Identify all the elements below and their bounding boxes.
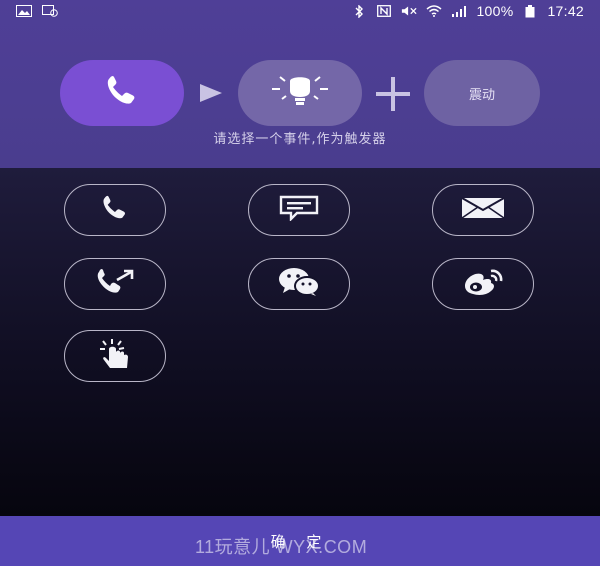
signal-icon xyxy=(451,5,467,17)
plus-icon xyxy=(376,77,410,111)
weibo-icon xyxy=(461,267,505,301)
event-outgoing-call[interactable] xyxy=(64,258,166,310)
nfc-icon xyxy=(376,5,392,17)
trigger-hint: 请选择一个事件,作为触发器 xyxy=(213,132,387,147)
battery-icon xyxy=(522,4,538,17)
confirm-label: 确 定 xyxy=(270,532,330,551)
vibrate-button[interactable]: 震动 xyxy=(424,60,540,126)
sms-icon xyxy=(279,195,319,225)
vibrate-label: 震动 xyxy=(468,87,495,103)
selected-action[interactable] xyxy=(238,60,362,126)
clock: 17:42 xyxy=(547,3,584,19)
sync-icon xyxy=(42,5,58,17)
bluetooth-icon xyxy=(351,4,367,18)
mail-icon xyxy=(461,197,505,223)
mute-icon xyxy=(401,5,418,17)
event-wechat[interactable] xyxy=(248,258,350,310)
trigger-flow: 震动 xyxy=(0,60,600,126)
phone-icon xyxy=(101,75,143,111)
wechat-icon xyxy=(277,267,321,301)
tap-icon xyxy=(97,339,133,373)
event-weibo[interactable] xyxy=(432,258,534,310)
gallery-icon xyxy=(16,5,32,17)
battery-percent: 100% xyxy=(476,3,514,19)
arrow-right-icon xyxy=(200,84,222,102)
outgoing-call-icon xyxy=(93,268,137,300)
event-tap[interactable] xyxy=(64,330,166,382)
event-incoming-call[interactable] xyxy=(64,184,166,236)
header: 100% 17:42 震动 请选择一个事件,作为触发器 xyxy=(0,0,600,168)
light-bulb-icon xyxy=(268,73,332,113)
wifi-icon xyxy=(426,5,442,17)
event-sms[interactable] xyxy=(248,184,350,236)
selected-trigger[interactable] xyxy=(60,60,184,126)
event-grid xyxy=(0,168,600,516)
phone-icon xyxy=(98,195,132,225)
status-bar: 100% 17:42 xyxy=(0,0,600,22)
event-email[interactable] xyxy=(432,184,534,236)
